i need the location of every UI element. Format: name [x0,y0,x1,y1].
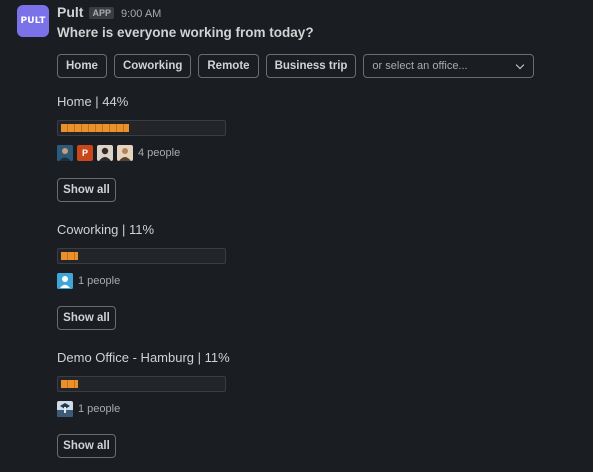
default-user-icon[interactable] [57,273,73,289]
section-title: Home | 44% [57,94,129,109]
message-header: Pult APP 9:00 AM [57,4,161,20]
sender-name[interactable]: Pult [57,4,83,20]
section-demo-office-hamburg: Demo Office - Hamburg | 11% 1 people Sho… [57,350,230,458]
location-actions: Home Coworking Remote Business trip or s… [57,54,535,78]
pult-logo-text: PULT [20,16,46,26]
show-all-button[interactable]: Show all [57,306,116,330]
people-row: 1 people [57,273,226,289]
user-avatar[interactable] [97,145,113,161]
app-badge: APP [89,7,114,19]
section-title: Coworking | 11% [57,222,155,237]
business-trip-button[interactable]: Business trip [265,54,357,78]
remote-button[interactable]: Remote [198,54,259,78]
user-avatar-letter[interactable]: P [77,145,93,161]
people-row: P 4 people [57,145,226,161]
section-home: Home | 44% P 4 people Show all [57,94,226,202]
user-avatar[interactable] [117,145,133,161]
progress-bar [57,120,226,136]
office-select[interactable]: or select an office... [363,54,535,78]
show-all-button[interactable]: Show all [57,434,116,458]
section-coworking: Coworking | 11% 1 people Show all [57,222,226,330]
question-text: Where is everyone working from today? [57,25,314,40]
show-all-button[interactable]: Show all [57,178,116,202]
people-count[interactable]: 1 people [78,403,120,415]
home-button[interactable]: Home [57,54,107,78]
progress-fill [61,124,129,132]
chevron-down-icon [516,60,525,69]
people-row: 1 people [57,401,230,417]
timestamp[interactable]: 9:00 AM [121,8,161,20]
progress-bar [57,376,226,392]
progress-fill [61,380,78,388]
user-avatar[interactable] [57,401,73,417]
people-count[interactable]: 1 people [78,275,120,287]
progress-bar [57,248,226,264]
section-title: Demo Office - Hamburg | 11% [57,350,230,365]
progress-fill [61,252,78,260]
pult-app-logo[interactable]: PULT [17,5,49,37]
office-select-placeholder: or select an office... [372,60,468,72]
people-count[interactable]: 4 people [138,147,180,159]
pult-message: PULT Pult APP 9:00 AM Where is everyone … [0,0,593,472]
coworking-button[interactable]: Coworking [113,54,192,78]
user-avatar[interactable] [57,145,73,161]
